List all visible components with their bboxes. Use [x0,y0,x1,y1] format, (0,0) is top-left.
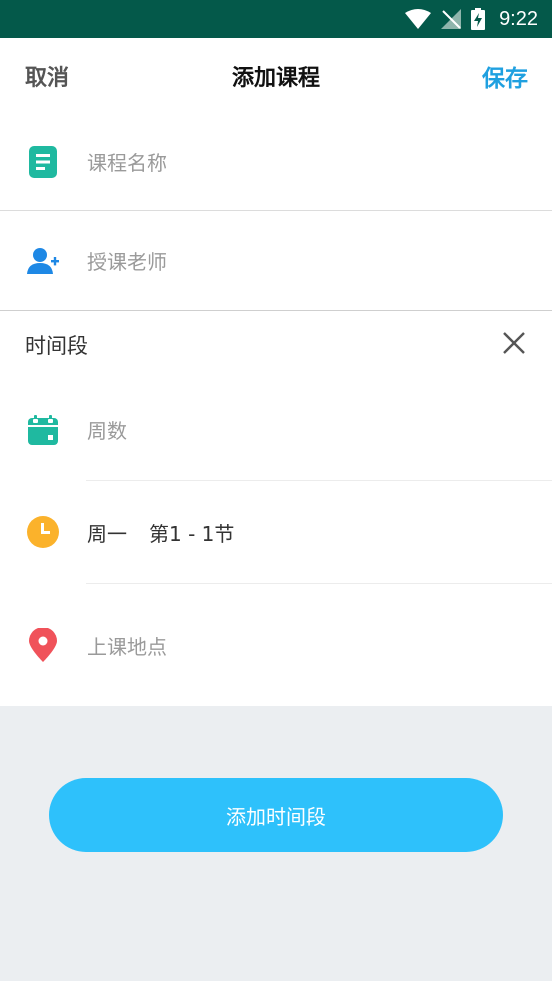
time-slot-title: 时间段 [25,334,88,358]
close-icon[interactable] [502,331,526,359]
period-value[interactable]: 第1 - 1节 [149,518,234,547]
cancel-button[interactable]: 取消 [25,60,69,92]
status-bar: 9:22 [0,0,552,38]
bottom-area: 添加时间段 [0,706,552,981]
teacher-input[interactable]: 授课老师 [87,246,167,275]
day-period-row[interactable]: 周一 第1 - 1节 [0,481,552,583]
calendar-icon [27,414,59,446]
time-slot-header: 时间段 [0,311,552,379]
course-name-input[interactable]: 课程名称 [87,147,167,176]
battery-charging-icon [471,8,486,30]
weeks-input[interactable]: 周数 [87,415,127,444]
location-pin-icon [27,628,59,662]
app-header: 取消 添加课程 保存 [0,38,552,113]
add-time-slot-button[interactable]: 添加时间段 [49,778,503,852]
page-title: 添加课程 [231,65,320,91]
weeks-row[interactable]: 周数 [0,379,552,480]
save-button[interactable]: 保存 [482,59,528,93]
document-icon [27,145,59,178]
teacher-row[interactable]: 授课老师 [0,211,552,310]
no-signal-icon [441,9,462,29]
day-value[interactable]: 周一 [87,518,127,547]
course-name-row[interactable]: 课程名称 [0,113,552,210]
add-person-icon [27,245,59,277]
status-time: 9:22 [499,7,538,30]
clock-icon [27,516,59,548]
location-input[interactable]: 上课地点 [87,631,167,660]
location-row[interactable]: 上课地点 [0,584,552,706]
wifi-icon [405,9,432,29]
